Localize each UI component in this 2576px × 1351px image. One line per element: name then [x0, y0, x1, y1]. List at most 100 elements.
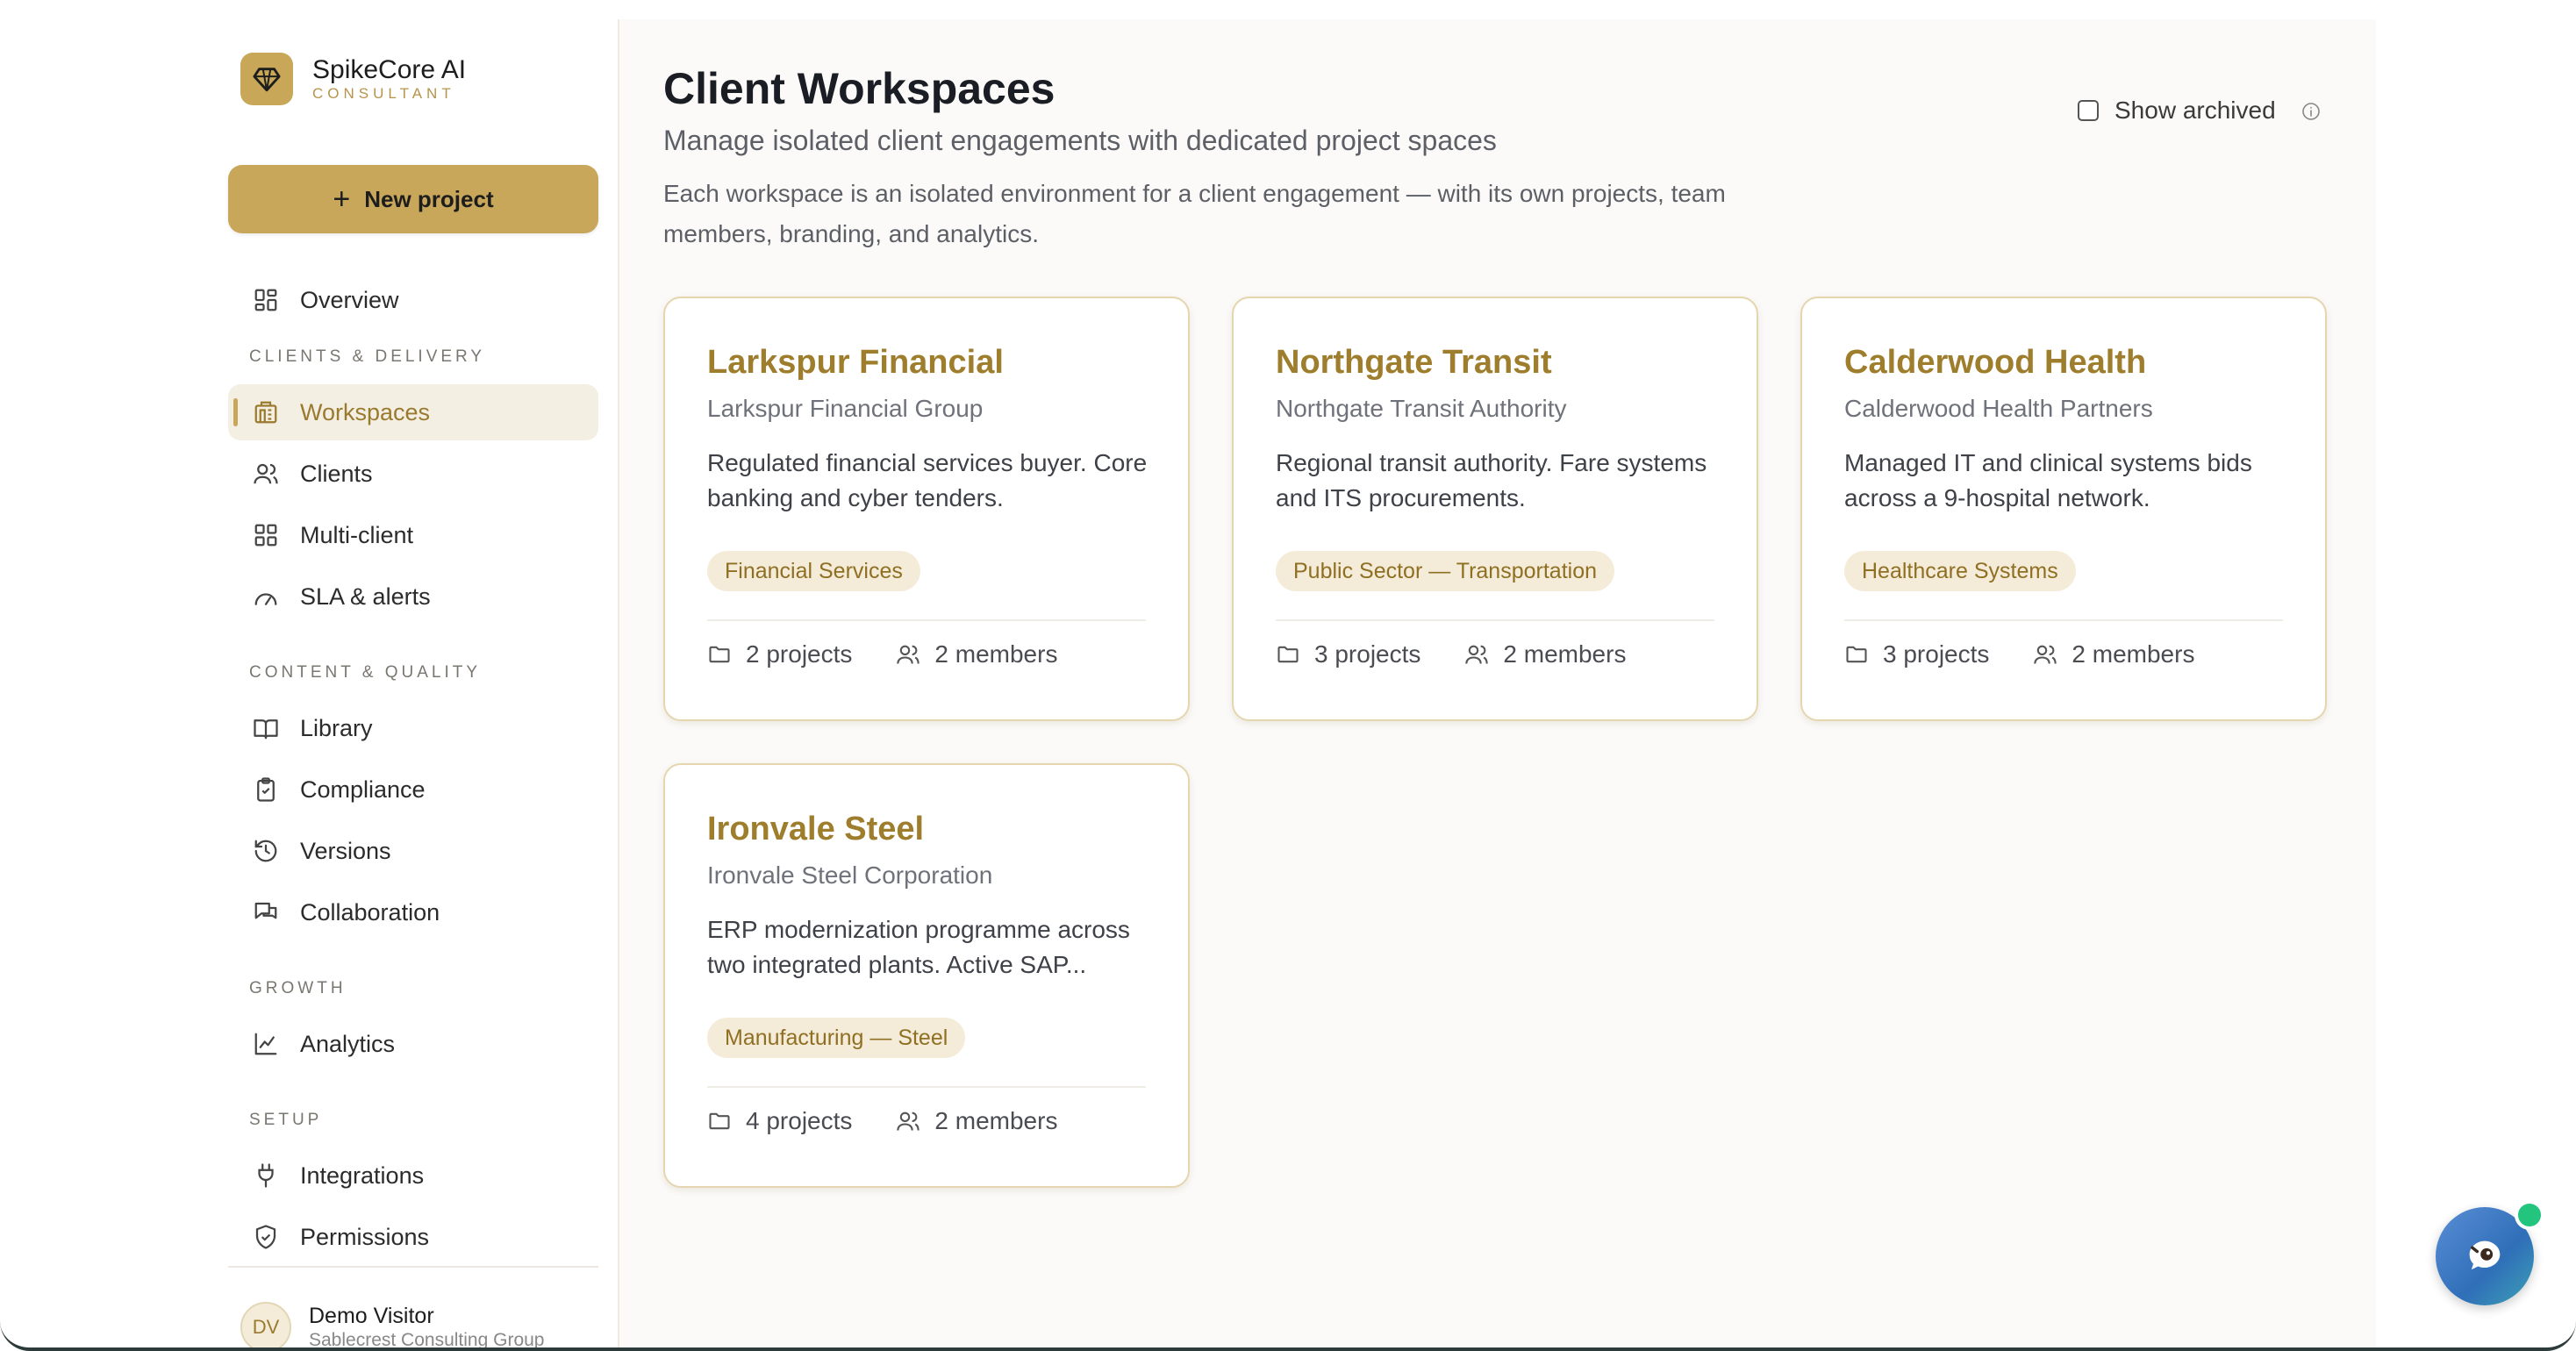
sidebar-item-label: Clients [300, 460, 373, 487]
section-clients-delivery: CLIENTS & DELIVERY [249, 347, 486, 366]
users-icon [251, 459, 281, 489]
gauge-icon [251, 582, 281, 611]
page-description: Each workspace is an isolated environmen… [663, 180, 1726, 247]
show-archived-label: Show archived [2114, 96, 2276, 124]
project-count: 4 projects [746, 1107, 853, 1134]
app-window: SpikeCore AI CONSULTANT + New project Ov… [0, 0, 2576, 1351]
sidebar-item-sla-alerts[interactable]: SLA & alerts [228, 568, 598, 625]
new-project-button[interactable]: + New project [228, 165, 598, 233]
sidebar-item-label: Versions [300, 837, 391, 864]
book-open-icon [251, 713, 281, 743]
sidebar-item-label: Compliance [300, 776, 426, 803]
grid-icon [251, 285, 281, 315]
building-icon [251, 397, 281, 427]
sidebar-item-library[interactable]: Library [228, 700, 598, 756]
avatar: DV [240, 1302, 291, 1347]
sidebar-divider [228, 1266, 598, 1268]
folder-icon [709, 646, 730, 663]
brand-subtitle: CONSULTANT [312, 85, 455, 102]
line-chart-icon [251, 1029, 281, 1059]
workspace-org: Larkspur Financial Group [707, 395, 984, 422]
brand-name: SpikeCore AI [312, 55, 467, 84]
project-count: 3 projects [1314, 640, 1421, 668]
workspace-org: Calderwood Health Partners [1844, 395, 2153, 422]
card-divider [707, 1086, 1146, 1088]
project-count: 2 projects [746, 640, 853, 668]
grid-icon [251, 520, 281, 550]
mascot-icon [2469, 1240, 2501, 1270]
workspace-name: Larkspur Financial [707, 344, 1004, 381]
show-archived-checkbox[interactable] [2078, 100, 2099, 121]
sidebar-item-overview[interactable]: Overview [228, 272, 598, 328]
section-content-quality: CONTENT & QUALITY [249, 663, 482, 682]
members-icon [897, 1112, 920, 1131]
sidebar-item-compliance[interactable]: Compliance [228, 761, 598, 818]
sidebar: SpikeCore AI CONSULTANT + New project Ov… [207, 19, 619, 1350]
plus-icon: + [333, 182, 351, 216]
sidebar-item-label: SLA & alerts [300, 583, 431, 610]
sidebar-item-workspaces[interactable]: Workspaces [228, 384, 598, 440]
user-profile[interactable]: DV Demo Visitor Sablecrest Consulting Gr… [240, 1302, 545, 1350]
folder-icon [1846, 646, 1867, 663]
workspace-description: Managed IT and clinical systems bids acr… [1844, 449, 2252, 511]
member-count: 2 members [934, 640, 1058, 668]
messages-icon [251, 897, 281, 927]
user-org: Sablecrest Consulting Group [309, 1330, 545, 1350]
new-project-label: New project [364, 185, 494, 212]
page-subtitle: Manage isolated client engagements with … [663, 125, 1497, 156]
project-count: 3 projects [1883, 640, 1990, 668]
sidebar-item-label: Overview [300, 286, 399, 313]
industry-tag: Financial Services [707, 551, 920, 591]
sidebar-item-versions[interactable]: Versions [228, 823, 598, 879]
sidebar-item-permissions[interactable]: Permissions [228, 1209, 598, 1265]
members-icon [897, 645, 920, 664]
section-setup: SETUP [249, 1111, 323, 1129]
sidebar-item-label: Multi-client [300, 521, 414, 548]
page-title: Client Workspaces [663, 64, 1055, 113]
sidebar-item-label: Collaboration [300, 898, 440, 926]
sidebar-item-collaboration[interactable]: Collaboration [228, 884, 598, 940]
sidebar-item-integrations[interactable]: Integrations [228, 1147, 598, 1204]
member-count: 2 members [2072, 640, 2195, 668]
member-count: 2 members [1503, 640, 1627, 668]
sidebar-item-label: Integrations [300, 1162, 425, 1189]
diamond-logo-icon [240, 53, 293, 105]
workspace-card[interactable]: Calderwood Health Calderwood Health Part… [1800, 297, 2327, 721]
workspace-org: Ironvale Steel Corporation [707, 861, 993, 889]
workspace-description: Regulated financial services buyer. Core… [707, 449, 1148, 511]
folder-icon [709, 1112, 730, 1130]
workspace-card[interactable]: Northgate Transit Northgate Transit Auth… [1232, 297, 1758, 721]
workspace-org: Northgate Transit Authority [1276, 395, 1567, 422]
plug-icon [251, 1161, 281, 1190]
history-icon [251, 836, 281, 866]
sidebar-item-clients[interactable]: Clients [228, 446, 598, 502]
members-icon [2034, 645, 2057, 664]
online-status-indicator [2515, 1200, 2544, 1230]
sidebar-item-label: Analytics [300, 1030, 396, 1057]
workspace-description: Regional transit authority. Fare systems… [1276, 449, 1707, 511]
sidebar-item-multi-client[interactable]: Multi-client [228, 507, 598, 563]
card-divider [1276, 619, 1714, 621]
member-count: 2 members [934, 1107, 1058, 1134]
card-divider [1844, 619, 2283, 621]
folder-icon [1277, 646, 1299, 663]
card-divider [707, 619, 1146, 621]
workspace-card[interactable]: Larkspur Financial Larkspur Financial Gr… [663, 297, 1190, 721]
sidebar-item-analytics[interactable]: Analytics [228, 1016, 598, 1072]
sidebar-item-label: Workspaces [300, 398, 431, 425]
industry-tag: Manufacturing — Steel [707, 1018, 966, 1058]
workspace-description: ERP modernization programme across two i… [707, 916, 1130, 978]
brand[interactable]: SpikeCore AI CONSULTANT [240, 53, 466, 105]
members-icon [1465, 645, 1489, 664]
workspace-name: Calderwood Health [1844, 344, 2147, 381]
sidebar-item-label: Library [300, 714, 373, 741]
show-archived-toggle[interactable]: Show archived [2078, 96, 2322, 125]
shield-check-icon [251, 1222, 281, 1252]
clipboard-check-icon [251, 775, 281, 804]
workspace-name: Ironvale Steel [707, 811, 925, 847]
section-growth: GROWTH [249, 979, 347, 997]
info-icon[interactable] [2301, 100, 2322, 121]
workspace-card[interactable]: Ironvale Steel Ironvale Steel Corporatio… [663, 763, 1190, 1188]
industry-tag: Healthcare Systems [1844, 551, 2076, 591]
sidebar-item-label: Permissions [300, 1223, 430, 1250]
